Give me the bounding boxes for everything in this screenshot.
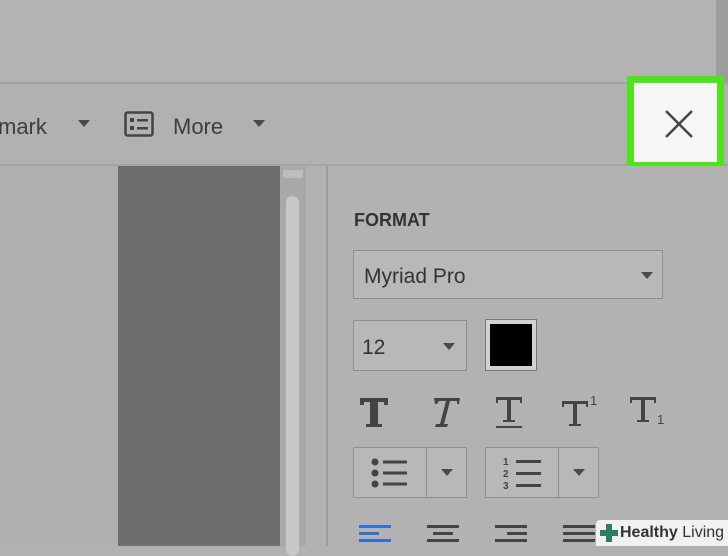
document-page <box>118 166 280 546</box>
scrollbar-thumb[interactable] <box>286 196 299 556</box>
panel-separator <box>306 166 328 546</box>
justify-icon[interactable] <box>562 520 596 546</box>
more-dropdown-caret[interactable] <box>253 120 265 127</box>
more-button-label[interactable]: More <box>173 114 223 140</box>
font-size-value: 12 <box>362 336 386 359</box>
align-center-icon[interactable] <box>426 520 460 546</box>
text-color-swatch[interactable] <box>485 319 537 371</box>
font-family-value: Myriad Pro <box>364 265 466 288</box>
bookmark-button-label[interactable]: mark <box>0 114 47 140</box>
watermark-brand-rest: Living <box>677 524 725 541</box>
chevron-down-icon[interactable] <box>573 469 585 476</box>
text-color-fill <box>490 324 532 366</box>
numbered-list-digit-3: 3 <box>503 481 509 491</box>
watermark-text: Healthy Living <box>620 524 724 542</box>
document-margin <box>0 166 118 546</box>
top-bar-edge <box>716 0 728 82</box>
font-family-select[interactable]: Myriad Pro <box>353 250 663 299</box>
split-divider <box>558 448 559 497</box>
bulleted-list-control[interactable] <box>353 447 467 498</box>
scrollbar[interactable] <box>280 166 306 556</box>
close-icon[interactable] <box>664 109 694 139</box>
more-icon[interactable] <box>124 111 154 137</box>
subscript-digit: 1 <box>657 412 664 427</box>
close-highlight <box>627 76 724 169</box>
split-divider <box>426 448 427 497</box>
chevron-down-icon[interactable] <box>441 469 453 476</box>
plus-logo-icon <box>600 524 618 542</box>
superscript-digit: 1 <box>590 393 597 408</box>
numbered-list-control[interactable]: 1 2 3 <box>485 447 599 498</box>
numbered-list-icon[interactable]: 1 2 3 <box>502 455 544 491</box>
top-bar <box>0 0 728 84</box>
bookmark-dropdown-caret[interactable] <box>78 120 90 127</box>
close-button[interactable] <box>634 83 717 162</box>
superscript-icon[interactable]: 1 <box>560 392 600 432</box>
bold-t-icon[interactable] <box>356 392 396 432</box>
font-size-select[interactable]: 12 <box>353 320 467 371</box>
watermark-brand-bold: Healthy <box>620 524 678 541</box>
format-title: FORMAT <box>354 210 430 230</box>
chevron-down-icon <box>443 343 455 350</box>
numbered-list-digit-2: 2 <box>503 469 509 480</box>
watermark: Healthy Living <box>596 520 728 546</box>
italic-t-icon[interactable] <box>424 392 464 432</box>
align-left-icon[interactable] <box>358 520 392 546</box>
scrollbar-top[interactable] <box>283 170 303 178</box>
underline-t-icon[interactable] <box>490 392 530 432</box>
numbered-list-digit-1: 1 <box>503 457 509 468</box>
subscript-icon[interactable]: 1 <box>628 392 668 432</box>
bulleted-list-icon[interactable] <box>370 457 410 489</box>
chevron-down-icon <box>641 272 653 279</box>
toolbar: mark More <box>0 84 728 166</box>
align-right-icon[interactable] <box>494 520 528 546</box>
